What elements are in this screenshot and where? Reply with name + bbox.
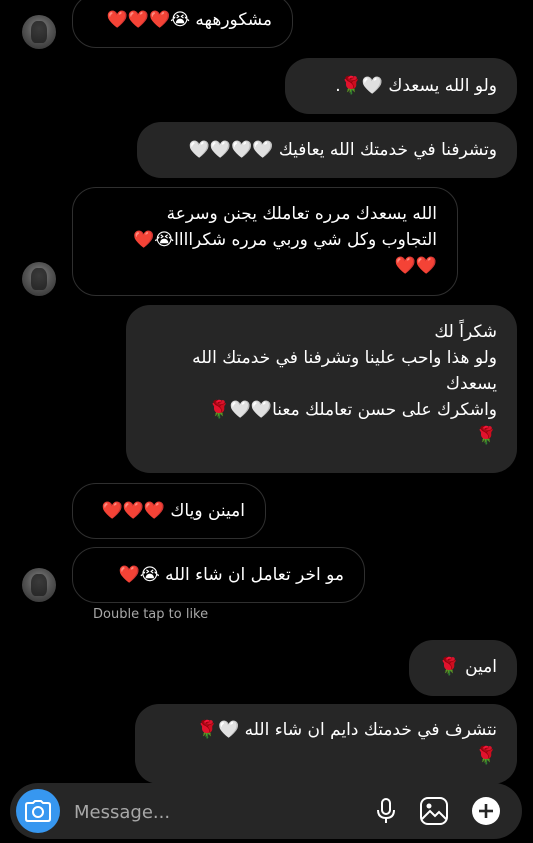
camera-button[interactable]: [16, 789, 60, 833]
contact-avatar[interactable]: [22, 15, 56, 49]
message-text: مشكورههه 😭❤️❤️❤️: [106, 10, 272, 30]
add-button[interactable]: [470, 795, 502, 827]
message-text: مو اخر تعامل ان شاء الله 😭❤️: [118, 565, 344, 585]
message-composer: [10, 783, 522, 839]
message-text: يسعدك: [445, 374, 497, 394]
microphone-icon: [377, 798, 395, 823]
contact-avatar[interactable]: [22, 262, 56, 296]
message-input[interactable]: [72, 797, 356, 827]
image-gallery-icon: [420, 797, 448, 825]
message-text: ولو هذا واحب علينا وتشرفنا في خدمتك الله: [192, 348, 497, 368]
message-text: نتشرف في خدمتك دايم ان شاء الله 🤍🌹: [196, 720, 497, 740]
message-text: امينن وياك ❤️❤️❤️: [101, 501, 245, 521]
message-text: الله يسعدك مرره تعاملك يجنن وسرعة: [166, 204, 437, 224]
message-bubble-incoming[interactable]: مو اخر تعامل ان شاء الله 😭❤️: [72, 547, 365, 603]
message-bubble-outgoing[interactable]: ولو الله يسعدك 🤍🌹.: [285, 58, 517, 114]
message-bubble-outgoing[interactable]: نتشرف في خدمتك دايم ان شاء الله 🤍🌹 🌹: [135, 704, 517, 784]
message-text: شكراً لك: [434, 322, 497, 342]
message-text: التجاوب وكل شي وربي مرره شكراااا😭❤️: [133, 230, 437, 250]
message-bubble-outgoing[interactable]: امين 🌹: [409, 640, 517, 696]
message-text: 🌹: [475, 746, 497, 766]
double-tap-hint: Double tap to like: [93, 607, 209, 622]
message-bubble-outgoing[interactable]: شكراً لك ولو هذا واحب علينا وتشرفنا في خ…: [126, 305, 517, 473]
message-text: امين 🌹: [438, 657, 497, 677]
message-bubble-incoming[interactable]: امينن وياك ❤️❤️❤️: [72, 483, 266, 539]
message-text: ❤️❤️: [394, 256, 437, 276]
message-text: وتشرفنا في خدمتك الله يعافيك 🤍🤍🤍🤍: [188, 140, 497, 160]
message-text: 🌹: [475, 426, 497, 446]
gallery-button[interactable]: [418, 795, 450, 827]
add-circle-icon: [472, 797, 500, 825]
message-bubble-outgoing[interactable]: وتشرفنا في خدمتك الله يعافيك 🤍🤍🤍🤍: [137, 122, 517, 178]
message-bubble-incoming[interactable]: مشكورههه 😭❤️❤️❤️: [72, 0, 293, 48]
voice-message-button[interactable]: [370, 795, 402, 827]
message-text: واشكرك على حسن تعاملك معنا🤍🤍🌹: [208, 400, 497, 420]
message-bubble-incoming[interactable]: الله يسعدك مرره تعاملك يجنن وسرعة التجاو…: [72, 187, 458, 296]
contact-avatar[interactable]: [22, 568, 56, 602]
message-text: ولو الله يسعدك 🤍🌹.: [335, 76, 497, 96]
camera-icon: [25, 800, 51, 822]
